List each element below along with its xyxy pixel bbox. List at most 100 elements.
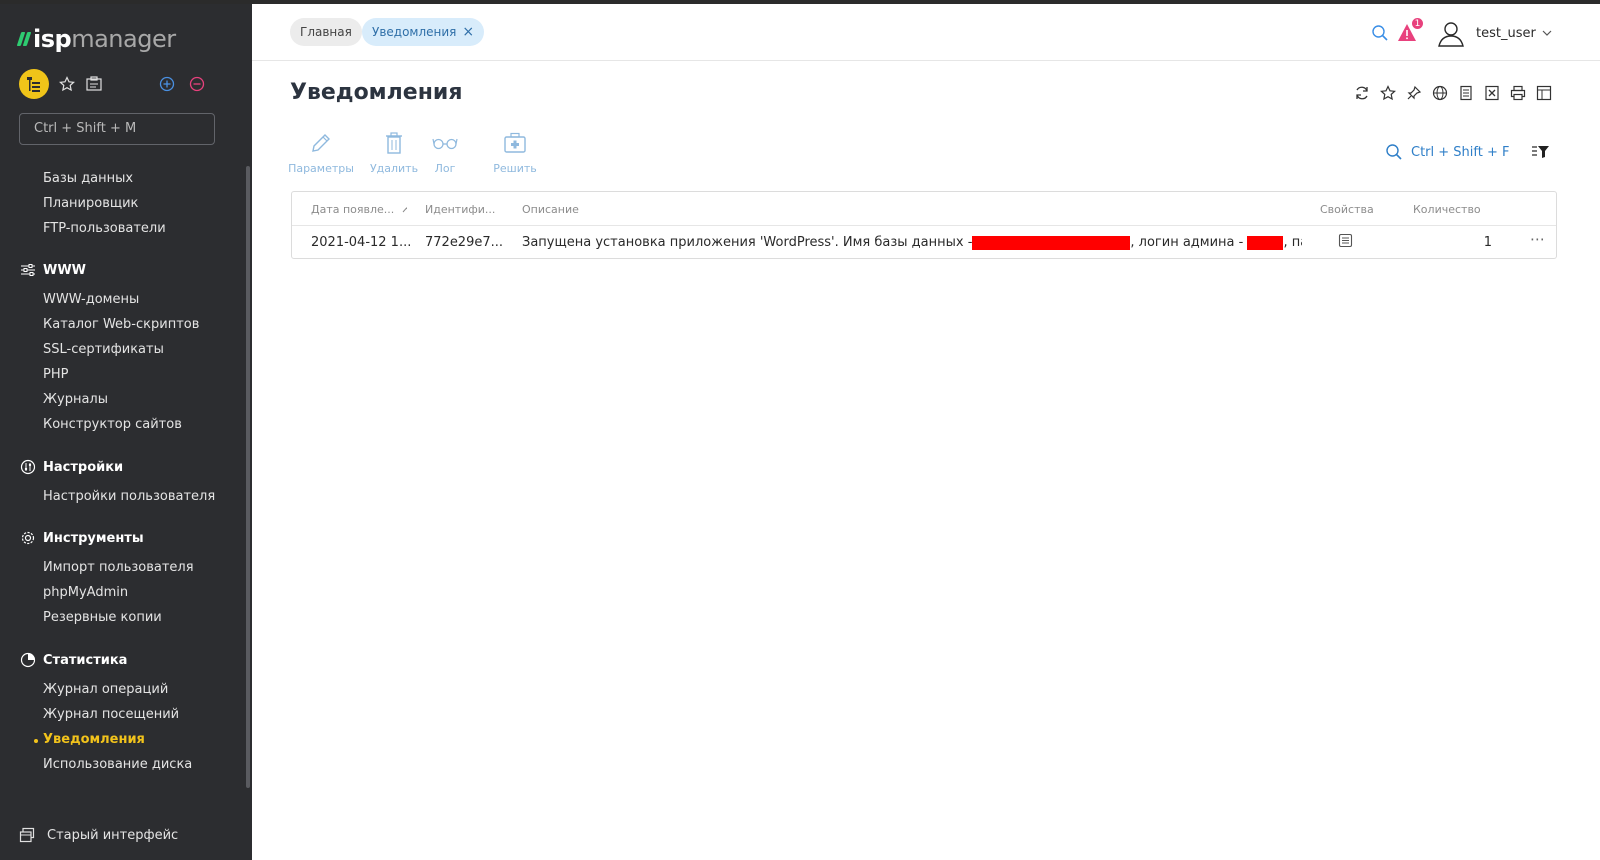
sidebar-group-settings[interactable]: Настройки (19, 458, 123, 476)
cell-date: 2021-04-12 1... (311, 235, 411, 250)
pie-chart-icon (19, 651, 37, 669)
sidebar-item-site-builder[interactable]: Конструктор сайтов (43, 417, 182, 432)
breadcrumb-current[interactable]: Уведомления × (362, 18, 485, 46)
sidebar-item-disk-usage[interactable]: Использование диска (43, 757, 192, 772)
sidebar-item-phpmyadmin[interactable]: phpMyAdmin (43, 585, 128, 600)
resolve-label: Решить (493, 162, 537, 175)
pin-icon[interactable] (1405, 84, 1423, 102)
chevron-down-icon (1542, 30, 1552, 36)
column-header-id[interactable]: Идентифи... (425, 203, 501, 216)
cell-id: 772e29e7... (425, 235, 504, 250)
description-text: , логин админа - (1130, 235, 1244, 250)
top-bar: Главная Уведомления × 1 test_user (252, 4, 1600, 61)
table-settings-icon[interactable] (1535, 84, 1553, 102)
tree-icon (27, 77, 40, 92)
params-label: Параметры (288, 162, 354, 175)
close-tab-icon[interactable]: × (462, 24, 474, 40)
gear-icon (19, 529, 37, 547)
logo-text-manager: manager (71, 25, 176, 53)
delete-button[interactable]: Удалить (370, 130, 418, 175)
filter-icon[interactable] (1532, 144, 1550, 163)
sidebar-item-databases[interactable]: Базы данных (43, 171, 133, 186)
sidebar-toolbar (19, 69, 219, 99)
redacted-block (972, 235, 1131, 250)
breadcrumb-label: Главная (300, 25, 352, 39)
sidebar-item-backups[interactable]: Резервные копии (43, 610, 162, 625)
sidebar-item-user-settings[interactable]: Настройки пользователя (43, 489, 215, 504)
sidebar-item-ftp-users[interactable]: FTP-пользователи (43, 221, 166, 236)
user-avatar-button[interactable] (19, 69, 49, 99)
sidebar-item-scheduler[interactable]: Планировщик (43, 196, 138, 211)
sidebar-group-title: WWW (43, 262, 87, 278)
sidebar-scrollbar[interactable] (246, 166, 250, 788)
global-search-icon[interactable] (1371, 18, 1391, 48)
username: test_user (1476, 25, 1536, 41)
old-interface-label: Старый интерфейс (47, 827, 179, 843)
column-header-date[interactable]: Дата появле... (311, 203, 407, 216)
favorites-star-icon[interactable] (57, 69, 77, 99)
print-icon[interactable] (1509, 84, 1527, 102)
sidebar-group-www[interactable]: WWW (19, 261, 86, 279)
column-header-count[interactable]: Количество (1413, 203, 1493, 216)
column-header-label: Дата появле... (311, 203, 395, 216)
sidebar-group-statistics[interactable]: Статистика (19, 651, 127, 669)
sort-asc-icon (402, 203, 407, 216)
sidebar-item-visits-log[interactable]: Журнал посещений (43, 707, 179, 722)
clipboard-icon[interactable] (83, 69, 105, 99)
params-button[interactable]: Параметры (288, 130, 354, 175)
delete-label: Удалить (369, 162, 419, 175)
excel-export-icon[interactable] (1483, 84, 1501, 102)
properties-icon[interactable] (1338, 233, 1358, 252)
document-icon[interactable] (1457, 84, 1475, 102)
sliders-icon (19, 261, 37, 279)
globe-icon[interactable] (1431, 84, 1449, 102)
first-aid-kit-icon (503, 130, 527, 156)
breadcrumb-home[interactable]: Главная (290, 18, 362, 46)
table-search[interactable]: Ctrl + Shift + F (1385, 143, 1509, 161)
sidebar-item-www-domains[interactable]: WWW-домены (43, 292, 139, 307)
sidebar-item-web-scripts[interactable]: Каталог Web-скриптов (43, 317, 199, 332)
sidebar-item-logs[interactable]: Журналы (43, 392, 108, 407)
alerts-button[interactable]: 1 (1397, 17, 1427, 48)
refresh-icon[interactable] (1353, 84, 1371, 102)
log-label: Лог (434, 162, 456, 175)
description-text: , пароль ... (1283, 235, 1302, 250)
resolve-button[interactable]: Решить (493, 130, 537, 175)
logo-text-isp: isp (33, 25, 72, 53)
collapse-all-icon[interactable] (187, 69, 207, 99)
page-tools (1353, 84, 1553, 102)
column-header-properties[interactable]: Свойства (1320, 203, 1380, 216)
menu-search-input[interactable]: Ctrl + Shift + M (19, 113, 215, 145)
user-menu[interactable]: test_user (1476, 18, 1552, 48)
row-menu-icon[interactable]: ⋯ (1530, 230, 1548, 248)
log-button[interactable]: Лог (430, 130, 460, 175)
sidebar-item-ssl[interactable]: SSL-сертификаты (43, 342, 164, 357)
notifications-table: Дата появле... Идентифи... Описание Свой… (291, 191, 1557, 259)
breadcrumb-label: Уведомления (372, 25, 457, 39)
windows-icon (19, 827, 35, 843)
star-icon[interactable] (1379, 84, 1397, 102)
sidebar-item-import-user[interactable]: Импорт пользователя (43, 560, 194, 575)
alert-count-badge: 1 (1411, 17, 1424, 30)
sidebar-group-title: Статистика (43, 652, 128, 668)
sidebar: isp manager Ctrl + Shift + M Базы данных… (0, 4, 252, 860)
sidebar-group-title: Инструменты (43, 530, 144, 546)
sidebar-group-tools[interactable]: Инструменты (19, 529, 144, 547)
trash-icon (383, 130, 405, 156)
expand-all-icon[interactable] (157, 69, 177, 99)
page-title: Уведомления (290, 80, 463, 105)
settings-circle-icon (19, 458, 37, 476)
cell-count: 1 (1483, 235, 1492, 250)
column-header-description[interactable]: Описание (522, 203, 602, 216)
sidebar-group-title: Настройки (43, 459, 124, 475)
app-logo[interactable]: isp manager (16, 24, 176, 54)
user-icon[interactable] (1436, 18, 1470, 48)
description-text: Запущена установка приложения 'WordPress… (522, 235, 973, 250)
old-interface-link[interactable]: Старый интерфейс (19, 827, 178, 843)
sidebar-item-notifications[interactable]: Уведомления (34, 732, 145, 747)
table-search-hint: Ctrl + Shift + F (1411, 144, 1510, 160)
redacted-block (1247, 235, 1284, 250)
glasses-icon (432, 130, 458, 156)
sidebar-item-php[interactable]: PHP (43, 367, 68, 382)
sidebar-item-operations-log[interactable]: Журнал операций (43, 682, 168, 697)
